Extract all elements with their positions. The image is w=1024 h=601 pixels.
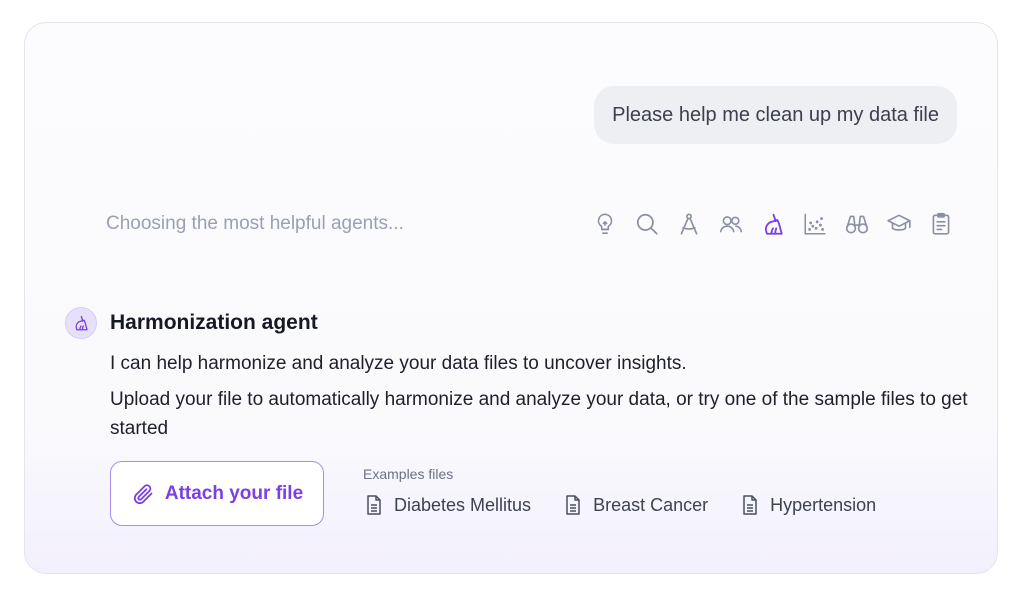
scatter-chart-icon xyxy=(800,209,830,239)
agent-selection-row: Choosing the most helpful agents... xyxy=(106,209,956,241)
example-file-label: Diabetes Mellitus xyxy=(394,494,532,515)
graduation-cap-icon xyxy=(884,209,914,239)
document-icon xyxy=(566,495,580,515)
binoculars-icon xyxy=(842,209,872,239)
example-file-hypertension[interactable]: Hypertension xyxy=(738,493,876,517)
example-file-label: Hypertension xyxy=(770,494,877,515)
broom-icon xyxy=(75,315,88,331)
example-files-list: Diabetes Mellitus Breast Cancer Hyperten… xyxy=(362,493,876,517)
search-icon xyxy=(632,209,662,239)
attach-file-button[interactable]: Attach your file xyxy=(110,461,324,526)
compass-icon xyxy=(674,209,704,239)
broom-icon xyxy=(758,209,788,239)
agent-avatar xyxy=(65,307,97,339)
example-file-diabetes-mellitus[interactable]: Diabetes Mellitus xyxy=(362,493,531,517)
clipboard-icon xyxy=(926,209,956,239)
agent-icon-strip xyxy=(590,209,956,239)
chat-panel: Please help me clean up my data file Cho… xyxy=(24,22,998,574)
agent-name: Harmonization agent xyxy=(110,311,318,334)
document-icon xyxy=(743,495,757,515)
users-icon xyxy=(716,209,746,239)
examples-title: Examples files xyxy=(363,466,454,482)
example-file-label: Breast Cancer xyxy=(593,494,709,515)
attach-file-label: Attach your file xyxy=(164,482,304,504)
user-message-bubble: Please help me clean up my data file xyxy=(594,86,957,144)
lightbulb-icon xyxy=(590,209,620,239)
example-file-breast-cancer[interactable]: Breast Cancer xyxy=(561,493,708,517)
document-icon xyxy=(367,495,381,515)
agent-selection-status: Choosing the most helpful agents... xyxy=(106,213,404,234)
agent-message-instructions: Upload your file to automatically harmon… xyxy=(110,389,968,439)
paperclip-icon xyxy=(133,483,153,504)
agent-message-intro: I can help harmonize and analyze your da… xyxy=(110,353,687,374)
